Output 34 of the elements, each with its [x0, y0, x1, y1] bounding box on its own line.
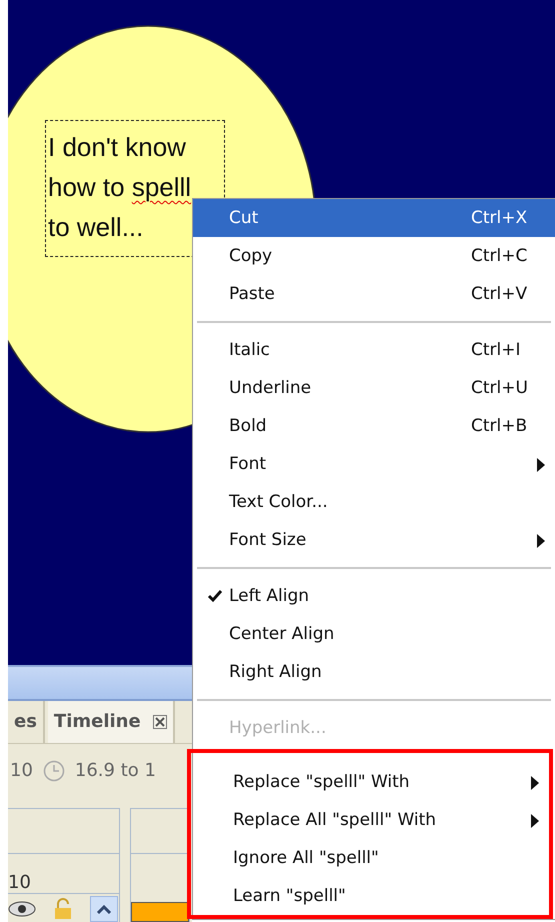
menu-item[interactable]: Underline Ctrl+U [193, 369, 555, 407]
frame-span-bar [131, 902, 189, 922]
menu-item[interactable]: Font [193, 445, 555, 483]
menu-item[interactable]: Replace All "spelll" With [197, 801, 549, 839]
menu-item[interactable]: Bold Ctrl+B [193, 407, 555, 445]
menu-item[interactable]: Cut Ctrl+X [193, 199, 555, 237]
menu-item[interactable]: Italic Ctrl+I [193, 331, 555, 369]
frame-count: 10 [10, 760, 33, 782]
shortcut-text: Ctrl+U [471, 378, 529, 398]
shortcut-text: Ctrl+I [471, 340, 522, 360]
text-line: to well... [48, 211, 144, 244]
frame-number: 10 [8, 872, 31, 893]
time-range: 16.9 to 1 [74, 760, 156, 782]
shortcut-text: Ctrl+B [471, 416, 528, 436]
menu-item[interactable]: Learn "spelll" [197, 877, 549, 915]
shortcut-text: Ctrl+X [471, 208, 528, 228]
menu-item[interactable]: Ignore All "spelll" [197, 839, 549, 877]
shortcut-text: Ctrl+V [471, 284, 528, 304]
close-icon[interactable] [152, 714, 167, 729]
text-line: I don't know [48, 131, 187, 164]
shortcut-text: Ctrl+C [471, 246, 528, 266]
menu-item[interactable]: Paste Ctrl+V [193, 275, 555, 313]
menu-item[interactable]: Replace "spelll" With [197, 763, 549, 801]
collapse-button[interactable] [90, 896, 118, 922]
menu-item[interactable]: Text Color... [193, 483, 555, 521]
menu-item[interactable]: Font Size [193, 521, 555, 559]
eye-icon[interactable] [8, 901, 36, 917]
menu-item[interactable]: Right Align [193, 653, 555, 691]
clock-icon [42, 760, 65, 782]
menu-item[interactable]: Center Align [193, 615, 555, 653]
menu-item[interactable]: Left Align [193, 577, 555, 615]
caret-up-icon [97, 904, 111, 914]
panel-tab[interactable]: Timeline [48, 700, 175, 743]
text-line: how to spelll [48, 171, 192, 204]
